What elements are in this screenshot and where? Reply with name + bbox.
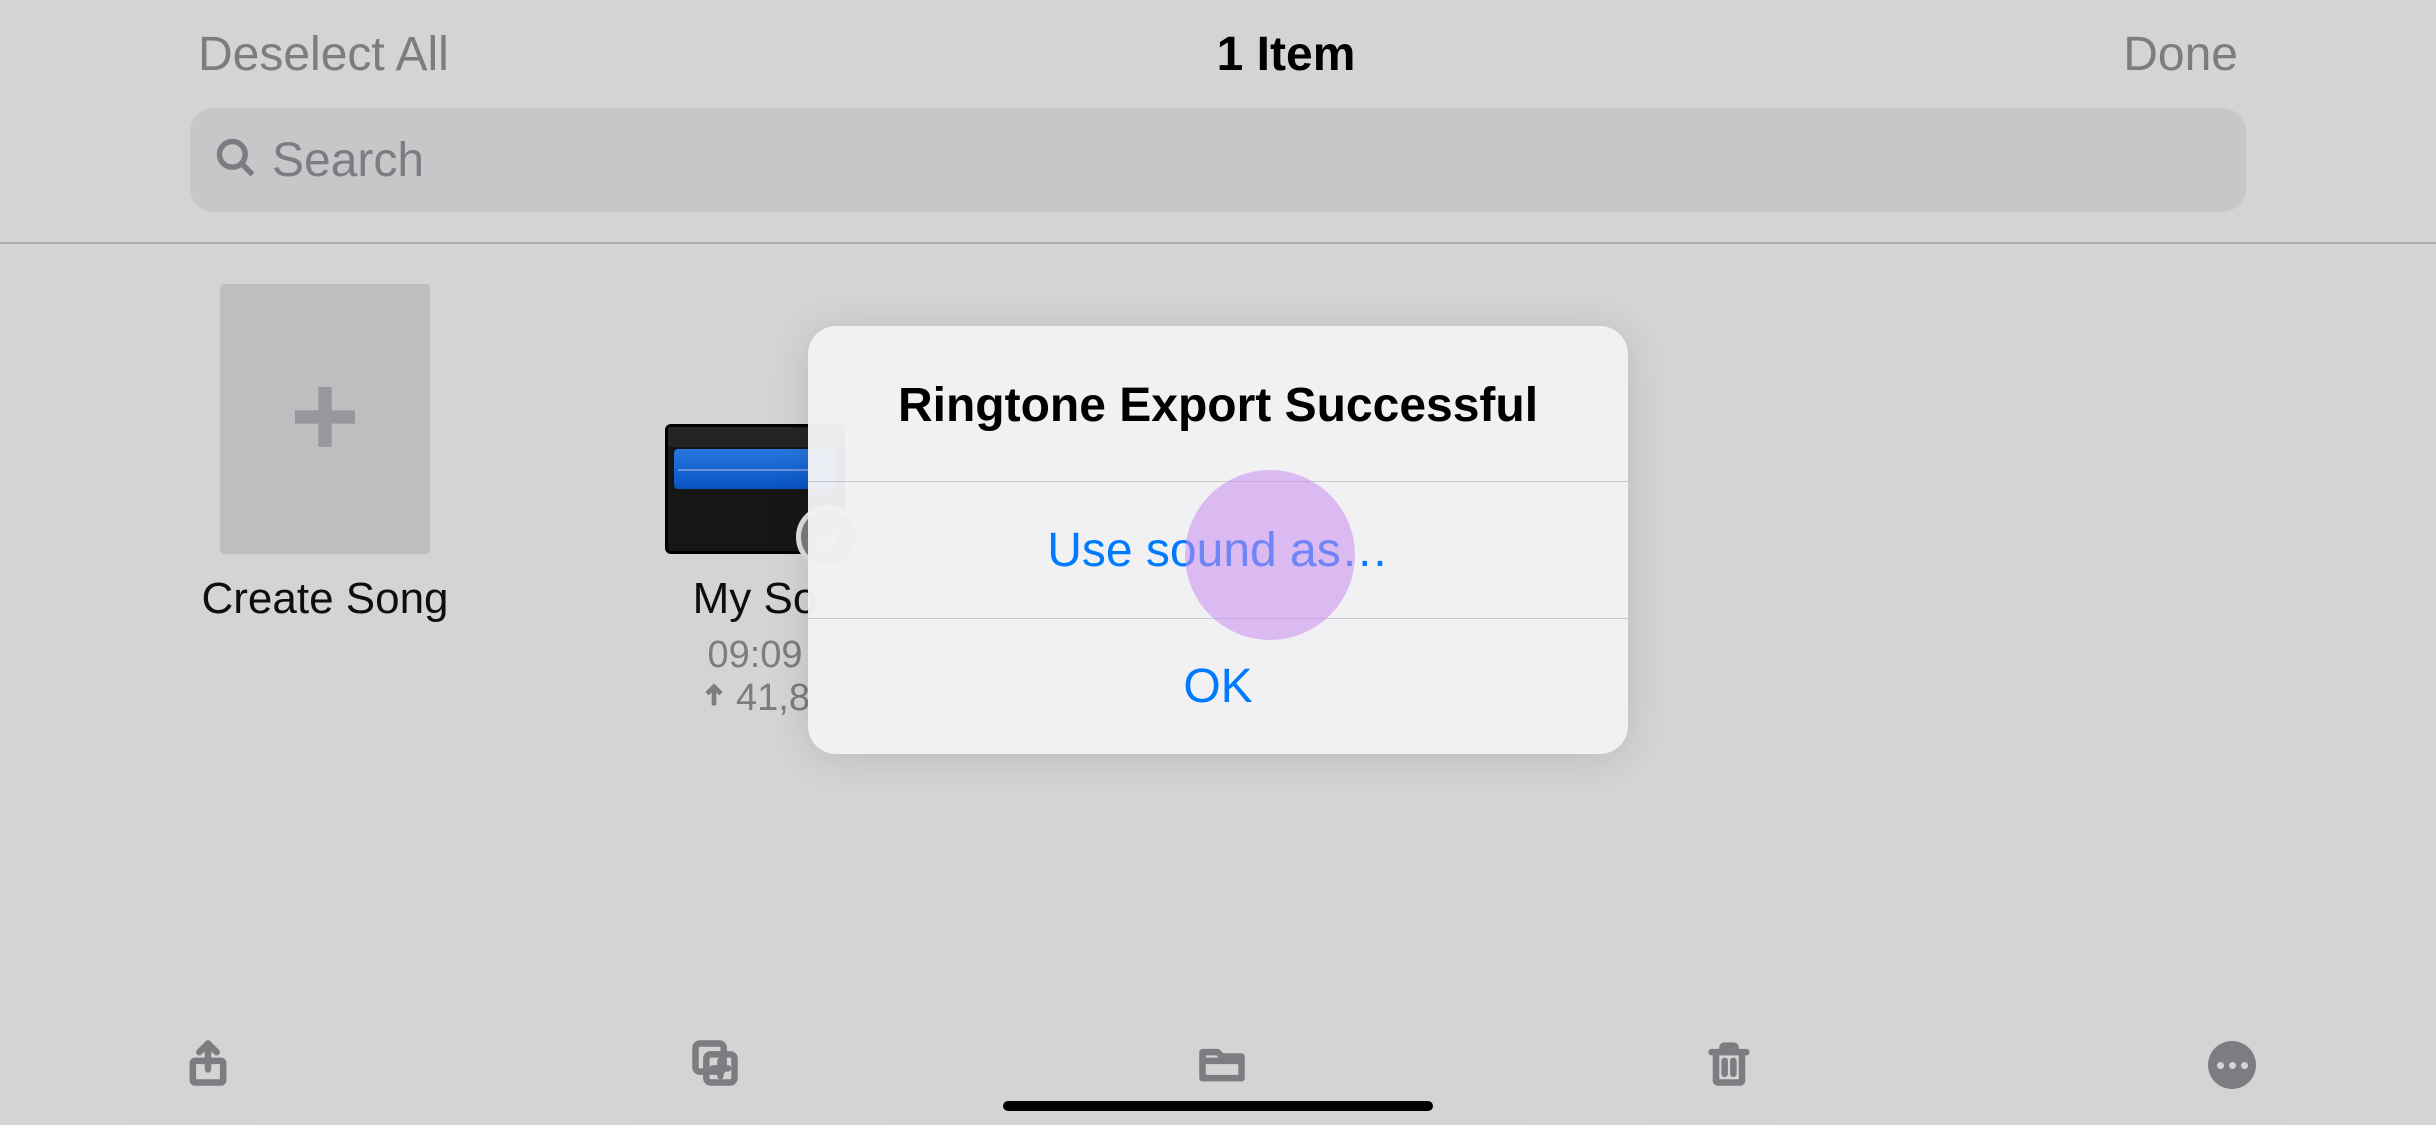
ok-button[interactable]: OK [808, 618, 1628, 754]
use-sound-as-button[interactable]: Use sound as… [808, 482, 1628, 618]
ringtone-export-alert: Ringtone Export Successful Use sound as…… [808, 326, 1628, 754]
alert-title: Ringtone Export Successful [808, 326, 1628, 482]
